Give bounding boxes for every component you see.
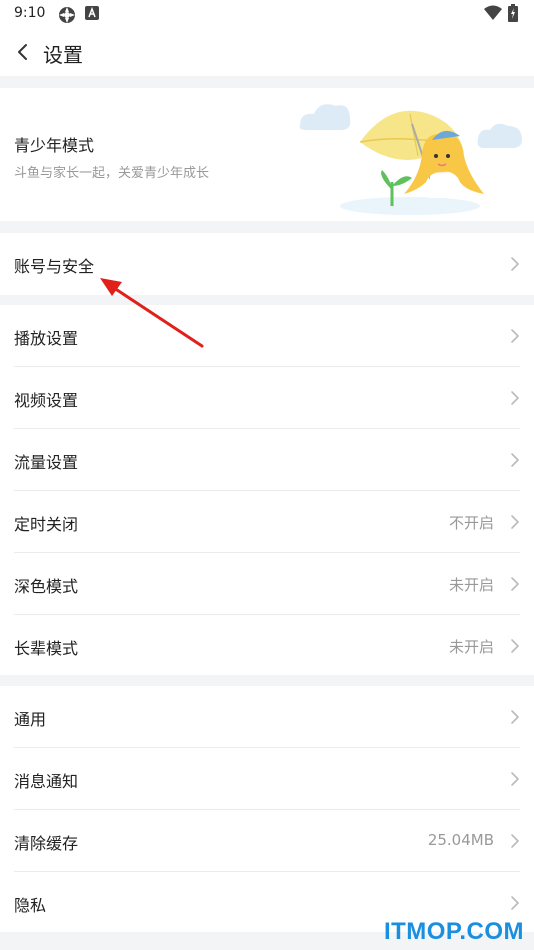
chevron-right-icon: [511, 772, 519, 786]
row-value: 未开启: [448, 638, 494, 656]
status-bar: 9:10: [0, 0, 534, 28]
settings-row-data-usage[interactable]: 流量设置: [0, 429, 534, 490]
row-label: 清除缓存: [14, 834, 79, 853]
playback-settings-card: 播放设置 视频设置 流量设置 定时关闭 不开启 深色模式 未开启 长辈模式 未开…: [0, 305, 534, 675]
settings-row-sleep-timer[interactable]: 定时关闭 不开启: [0, 491, 534, 552]
chevron-right-icon: [511, 391, 519, 405]
settings-row-dark-mode[interactable]: 深色模式 未开启: [0, 553, 534, 614]
row-label: 视频设置: [14, 391, 79, 410]
row-value: 不开启: [448, 514, 494, 532]
page-title: 设置: [43, 43, 83, 67]
settings-row-elder-mode[interactable]: 长辈模式 未开启: [0, 615, 534, 675]
account-security-row[interactable]: 账号与安全: [0, 233, 534, 295]
header: 设置: [0, 28, 534, 76]
sync-icon: [59, 7, 75, 23]
chevron-right-icon: [511, 577, 519, 591]
chevron-right-icon: [511, 834, 519, 848]
youth-mode-card[interactable]: 青少年模式 斗鱼与家长一起，关爱青少年成长: [0, 88, 534, 221]
watermark: ITMOP.COM: [383, 918, 524, 945]
row-label: 深色模式: [14, 577, 79, 596]
status-time: 9:10: [14, 5, 46, 21]
row-label: 播放设置: [14, 329, 79, 348]
settings-row-notifications[interactable]: 消息通知: [0, 748, 534, 809]
row-label: 定时关闭: [14, 515, 79, 534]
row-label: 通用: [14, 710, 47, 729]
a-icon: [85, 6, 99, 20]
chevron-right-icon: [511, 257, 519, 271]
youth-mode-title: 青少年模式: [14, 136, 95, 155]
row-label: 隐私: [14, 896, 47, 915]
settings-row-general[interactable]: 通用: [0, 686, 534, 747]
general-settings-card: 通用 消息通知 清除缓存 25.04MB 隐私: [0, 686, 534, 932]
chevron-right-icon: [511, 329, 519, 343]
row-label: 流量设置: [14, 453, 79, 472]
row-label: 消息通知: [14, 772, 79, 791]
settings-row-clear-cache[interactable]: 清除缓存 25.04MB: [0, 810, 534, 871]
chevron-right-icon: [511, 515, 519, 529]
cache-size-value: 25.04MB: [427, 831, 494, 849]
row-label: 长辈模式: [14, 639, 79, 658]
chevron-left-icon: [18, 44, 27, 60]
chevron-right-icon: [511, 639, 519, 653]
back-button[interactable]: [8, 36, 36, 68]
row-label: 账号与安全: [14, 257, 95, 276]
chevron-right-icon: [511, 453, 519, 467]
youth-mode-illustration: [299, 104, 522, 215]
wifi-icon: [484, 5, 502, 20]
battery-icon: [508, 4, 518, 22]
row-value: 未开启: [448, 576, 494, 594]
settings-row-playback[interactable]: 播放设置: [0, 305, 534, 366]
youth-mode-subtitle: 斗鱼与家长一起，关爱青少年成长: [14, 166, 210, 181]
chevron-right-icon: [511, 710, 519, 724]
account-card: 账号与安全: [0, 233, 534, 295]
chevron-right-icon: [511, 896, 519, 910]
settings-row-video[interactable]: 视频设置: [0, 367, 534, 428]
red-arrow-annotation: [100, 278, 204, 348]
